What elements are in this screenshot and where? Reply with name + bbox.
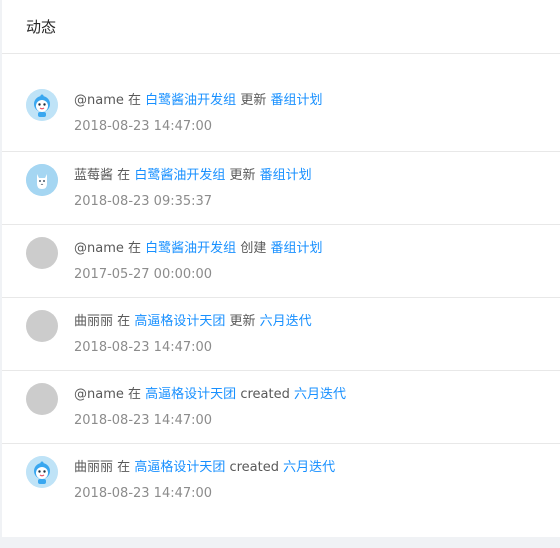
activity-line: 蓝莓酱 在 白鹭酱油开发组 更新 番组计划 — [74, 166, 560, 186]
activity-line: 曲丽丽 在 高逼格设计天团 created 六月迭代 — [74, 458, 560, 478]
project-link[interactable]: 六月迭代 — [260, 314, 312, 329]
project-link[interactable]: 六月迭代 — [283, 460, 335, 475]
activity-item: 蓝莓酱 在 白鹭酱油开发组 更新 番组计划 2018-08-23 09:35:3… — [2, 151, 560, 224]
group-link[interactable]: 高逼格设计天团 — [134, 460, 225, 475]
avatar-placeholder — [26, 310, 58, 342]
project-link[interactable]: 番组计划 — [270, 93, 322, 108]
activity-user: 曲丽丽 — [74, 314, 114, 329]
card-header: 动态 — [2, 0, 560, 54]
activity-action: 更新 — [229, 314, 256, 329]
activity-in: 在 — [128, 93, 142, 108]
activity-item: @name 在 白鹭酱油开发组 创建 番组计划 2017-05-27 00:00… — [2, 224, 560, 297]
activity-line: @name 在 白鹭酱油开发组 创建 番组计划 — [74, 239, 560, 259]
group-link[interactable]: 白鹭酱油开发组 — [134, 168, 225, 183]
group-link[interactable]: 高逼格设计天团 — [134, 314, 225, 329]
avatar-placeholder — [26, 237, 58, 269]
activity-time: 2018-08-23 14:47:00 — [74, 413, 213, 428]
avatar-placeholder — [26, 383, 58, 415]
activity-line: @name 在 白鹭酱油开发组 更新 番组计划 — [74, 91, 560, 111]
activity-item: @name 在 白鹭酱油开发组 更新 番组计划 2018-08-23 14:47… — [2, 78, 560, 151]
group-link[interactable]: 高逼格设计天团 — [145, 387, 236, 402]
activity-user: 蓝莓酱 — [74, 168, 114, 183]
activity-action: 创建 — [240, 241, 267, 256]
activity-action: 更新 — [229, 168, 256, 183]
activity-line: @name 在 高逼格设计天团 created 六月迭代 — [74, 385, 560, 405]
avatar-a-icon — [26, 456, 58, 488]
activity-user: @name — [74, 93, 124, 108]
avatar-b-icon — [26, 164, 58, 196]
group-link[interactable]: 白鹭酱油开发组 — [145, 93, 236, 108]
activity-action: created — [229, 460, 279, 475]
activity-content: 蓝莓酱 在 白鹭酱油开发组 更新 番组计划 2018-08-23 09:35:3… — [74, 166, 560, 212]
activity-in: 在 — [128, 387, 142, 402]
activity-content: 曲丽丽 在 高逼格设计天团 created 六月迭代 2018-08-23 14… — [74, 458, 560, 504]
project-link[interactable]: 番组计划 — [260, 168, 312, 183]
activity-time: 2017-05-27 00:00:00 — [74, 267, 213, 282]
activity-time: 2018-08-23 09:35:37 — [74, 194, 213, 209]
activity-time: 2018-08-23 14:47:00 — [74, 486, 213, 501]
activity-in: 在 — [117, 460, 131, 475]
activity-content: @name 在 白鹭酱油开发组 创建 番组计划 2017-05-27 00:00… — [74, 239, 560, 285]
activity-time: 2018-08-23 14:47:00 — [74, 119, 213, 134]
card-title: 动态 — [26, 18, 57, 36]
activity-in: 在 — [128, 241, 142, 256]
group-link[interactable]: 白鹭酱油开发组 — [145, 241, 236, 256]
activity-item: @name 在 高逼格设计天团 created 六月迭代 2018-08-23 … — [2, 370, 560, 443]
activity-content: 曲丽丽 在 高逼格设计天团 更新 六月迭代 2018-08-23 14:47:0… — [74, 312, 560, 358]
activity-item: 曲丽丽 在 高逼格设计天团 更新 六月迭代 2018-08-23 14:47:0… — [2, 297, 560, 370]
activity-list: @name 在 白鹭酱油开发组 更新 番组计划 2018-08-23 14:47… — [2, 78, 560, 516]
activity-content: @name 在 高逼格设计天团 created 六月迭代 2018-08-23 … — [74, 385, 560, 431]
activity-card: 动态 @name 在 白鹭酱油开发组 更新 番组计划 2018-08-23 14… — [2, 0, 560, 537]
activity-user: @name — [74, 241, 124, 256]
activity-action: created — [240, 387, 290, 402]
activity-in: 在 — [117, 314, 131, 329]
activity-in: 在 — [117, 168, 131, 183]
avatar-a-icon — [26, 89, 58, 121]
project-link[interactable]: 番组计划 — [270, 241, 322, 256]
activity-action: 更新 — [240, 93, 267, 108]
activity-line: 曲丽丽 在 高逼格设计天团 更新 六月迭代 — [74, 312, 560, 332]
project-link[interactable]: 六月迭代 — [294, 387, 346, 402]
activity-user: 曲丽丽 — [74, 460, 114, 475]
activity-time: 2018-08-23 14:47:00 — [74, 340, 213, 355]
activity-content: @name 在 白鹭酱油开发组 更新 番组计划 2018-08-23 14:47… — [74, 91, 560, 137]
activity-user: @name — [74, 387, 124, 402]
activity-item: 曲丽丽 在 高逼格设计天团 created 六月迭代 2018-08-23 14… — [2, 443, 560, 516]
